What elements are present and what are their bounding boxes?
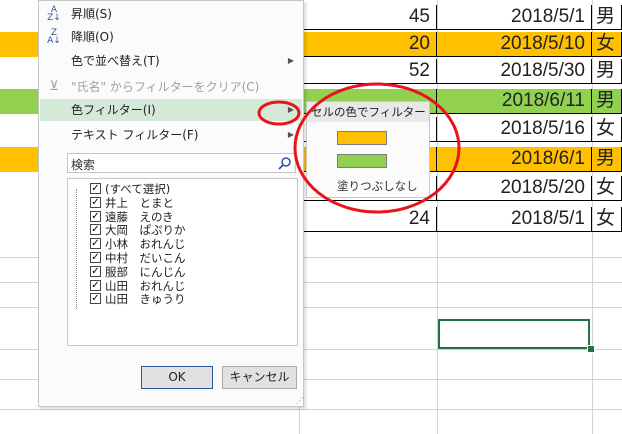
- annotation-overlay: [257, 82, 461, 214]
- annotation-ellipse-small: [257, 100, 301, 126]
- annotation-ellipse-large: [293, 82, 461, 214]
